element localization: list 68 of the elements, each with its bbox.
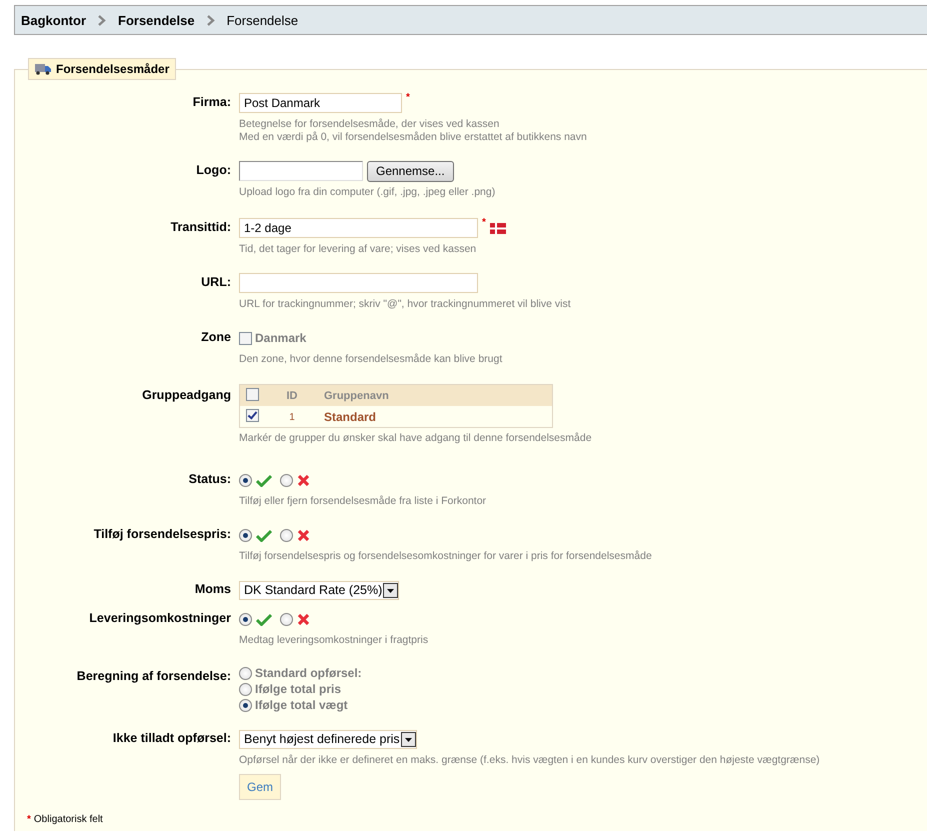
help-text: Tilføj eller fjern forsendelsesmåde fra liste i Forkontor: [239, 495, 488, 508]
yes-radio[interactable]: [239, 474, 252, 486]
check-icon: [256, 528, 272, 542]
cross-icon: [297, 528, 310, 542]
required-mark: *: [27, 814, 31, 825]
check-icon: [256, 474, 272, 486]
chevron-icon: [206, 14, 215, 26]
yes-radio[interactable]: [239, 528, 252, 542]
checkbox[interactable]: [239, 332, 252, 344]
field-label: Firma:: [192, 94, 232, 111]
row-checkbox[interactable]: [246, 408, 259, 422]
no-radio[interactable]: [280, 612, 293, 626]
check-icon: [256, 612, 272, 626]
help-text: Den zone, hvor denne forsendelsesmåde kan blive brugt: [239, 353, 504, 366]
help-text: Upload logo fra din computer (.gif, .jpg, .jpeg eller .png): [239, 186, 496, 199]
help-text: Med en værdi på 0, vil forsendelsesmåden blive erstattet af butikkens navn: [239, 131, 588, 144]
field-label: URL:: [200, 274, 232, 291]
cross-icon: [297, 474, 310, 486]
help-text: Medtag leveringsomkostninger i fragtpris: [239, 634, 430, 647]
text-field[interactable]: 1-2 dage: [239, 218, 478, 238]
chevron-icon: [98, 14, 106, 26]
footnote-text: Obligatorisk felt: [34, 814, 103, 825]
help-text: URL for trackingnummer; skriv "@", hvor trackingnummeret vil blive vist: [239, 298, 572, 311]
no-radio[interactable]: [280, 528, 293, 542]
field-label: Logo:: [195, 162, 232, 179]
text-field[interactable]: [239, 273, 478, 293]
option-label: Ifølge total pris: [255, 682, 342, 696]
save-button[interactable]: Gem: [239, 774, 282, 800]
yes-radio[interactable]: [239, 612, 252, 626]
radio-button[interactable]: [239, 682, 252, 696]
no-radio[interactable]: [280, 474, 293, 486]
field-label: Moms: [194, 581, 232, 598]
select-all-checkbox[interactable]: [246, 388, 259, 400]
dropdown[interactable]: DK Standard Rate (25%): [239, 580, 400, 600]
field-label: Transittid:: [170, 219, 232, 236]
flag-icon[interactable]: [490, 222, 506, 234]
column-header: Gruppenavn: [324, 390, 389, 402]
browse-button[interactable]: Gennemse...: [367, 160, 454, 182]
field-label: Status:: [188, 471, 232, 488]
text-field[interactable]: Post Danmark: [239, 93, 402, 113]
dropdown[interactable]: Benyt højest definerede pris: [239, 730, 417, 748]
breadcrumb-link[interactable]: Bagkontor: [21, 12, 86, 28]
option-label: Standard opførsel:: [255, 666, 362, 680]
cross-icon: [297, 612, 310, 626]
truck-icon: [35, 63, 51, 75]
option-label: Ifølge total vægt: [255, 698, 348, 712]
help-text: Opførsel når der ikke er defineret en maks. grænse (f.eks. hvis vægten i en kundes kurv overstiger den højeste vægtgrænse): [239, 754, 821, 767]
radio-button[interactable]: [239, 698, 252, 712]
field-label: Beregning af forsendelse:: [76, 668, 232, 685]
field-label: Zone: [200, 329, 232, 346]
required-mark: *: [482, 217, 486, 228]
help-text: Tid, det tager for levering af vare; vises ved kassen: [239, 243, 478, 256]
legend-text: Forsendelsesmåder: [56, 62, 170, 76]
help-text: Tilføj forsendelsespris og forsendelsesomkostninger for varer i pris for forsendelsesmåde: [239, 550, 653, 563]
radio-button[interactable]: [239, 666, 252, 680]
field-label: Gruppeadgang: [141, 387, 232, 404]
table-cell: 1: [289, 412, 295, 422]
file-path-field[interactable]: [239, 161, 363, 181]
required-mark: *: [406, 92, 410, 103]
field-label: Ikke tilladt opførsel:: [112, 730, 232, 747]
breadcrumb-link[interactable]: Forsendelse: [118, 12, 195, 28]
column-header: ID: [286, 390, 298, 402]
help-text: Betegnelse for forsendelsesmåde, der vises ved kassen: [239, 118, 500, 131]
help-text: Markér de grupper du ønsker skal have adgang til denne forsendelsesmåde: [239, 432, 593, 445]
field-label: Tilføj forsendelsespris:: [92, 526, 232, 543]
table-cell: Standard: [324, 410, 376, 424]
field-label: Leveringsomkostninger: [88, 610, 232, 627]
option-label: Danmark: [255, 331, 306, 345]
